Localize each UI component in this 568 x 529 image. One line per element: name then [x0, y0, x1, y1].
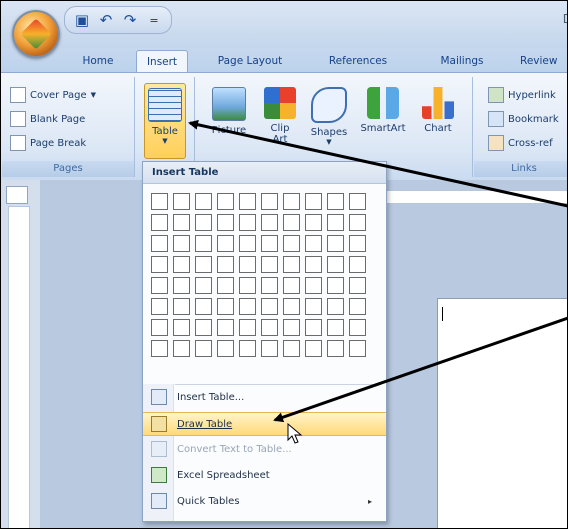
annotation-arrows [188, 119, 568, 423]
word-window: ▣ ↶ ↷ = D Home Insert Page Layout Refere… [0, 0, 568, 529]
arrow-to-draw-table [273, 316, 568, 423]
mouse-pointer-icon [287, 423, 303, 444]
arrow-to-table-button [188, 119, 568, 208]
